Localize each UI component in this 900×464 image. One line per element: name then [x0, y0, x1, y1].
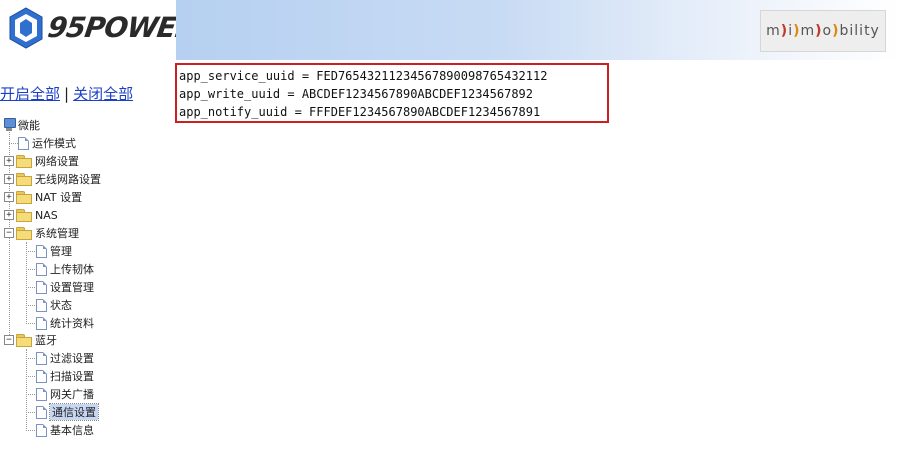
tree-root-label: 微能 — [18, 119, 40, 132]
tree-item-label: 设置管理 — [50, 281, 94, 294]
tree-connector — [26, 251, 35, 252]
tree-item-label: NAT 设置 — [35, 191, 83, 204]
tree-item-firmware-upload[interactable]: 上传韧体 — [36, 260, 94, 278]
expand-all-link[interactable]: 开启全部 — [0, 85, 60, 103]
page-icon — [18, 136, 29, 150]
page-icon — [36, 405, 47, 419]
tree-item-label: 蓝牙 — [35, 334, 57, 347]
tree-item-settings-management[interactable]: 设置管理 — [36, 278, 94, 296]
folder-icon — [16, 191, 32, 204]
folder-open-icon — [16, 227, 32, 240]
tree-item-bluetooth[interactable]: − 蓝牙 — [4, 331, 57, 349]
tree-connector — [26, 269, 35, 270]
tree-item-filter-settings[interactable]: 过滤设置 — [36, 349, 94, 367]
expand-plus-icon[interactable]: + — [4, 192, 14, 202]
folder-icon — [16, 209, 32, 222]
tree-item-gateway-broadcast[interactable]: 网关广播 — [36, 385, 94, 403]
collapse-minus-icon[interactable]: − — [4, 335, 14, 345]
tree-item-label: 上传韧体 — [50, 263, 94, 276]
page-icon — [36, 298, 47, 312]
tree-item-label: 网络设置 — [35, 155, 79, 168]
tree-item-status[interactable]: 状态 — [36, 296, 72, 314]
tree-connector — [9, 143, 18, 144]
page-icon — [36, 262, 47, 276]
tree-item-nat[interactable]: + NAT 设置 — [4, 188, 82, 206]
write-uuid-line: app_write_uuid = ABCDEF1234567890ABCDEF1… — [179, 87, 534, 101]
tree-item-label: 管理 — [50, 245, 72, 258]
tree-item-scan-settings[interactable]: 扫描设置 — [36, 367, 94, 385]
folder-icon — [16, 155, 32, 168]
expand-plus-icon[interactable]: + — [4, 174, 14, 184]
folder-open-icon — [16, 334, 32, 347]
tree-item-label: 统计资料 — [50, 317, 94, 330]
tree-item-nas[interactable]: + NAS — [4, 206, 58, 224]
tree-connector — [26, 394, 35, 395]
collapse-minus-icon[interactable]: − — [4, 228, 14, 238]
tree-item-label: 基本信息 — [50, 424, 94, 437]
tree-item-wireless[interactable]: + 无线网路设置 — [4, 170, 101, 188]
tree-item-system[interactable]: − 系统管理 — [4, 224, 79, 242]
tree-item-label: 通信设置 — [49, 403, 99, 421]
computer-icon — [3, 118, 16, 132]
tree-item-label: NAS — [35, 208, 58, 222]
mimobility-logo: m) i) m) o) bility — [760, 10, 886, 52]
tree-item-label: 过滤设置 — [50, 352, 94, 365]
page-icon — [36, 351, 47, 365]
tree-root[interactable]: 微能 — [3, 116, 40, 134]
tree-item-label: 运作模式 — [32, 137, 76, 150]
link-separator: | — [64, 85, 70, 103]
uuid-config-highlight: app_service_uuid = FED765432112345678900… — [175, 63, 609, 123]
tree-item-communication-settings[interactable]: 通信设置 — [36, 403, 99, 421]
page-icon — [36, 423, 47, 437]
tree-connector — [26, 412, 35, 413]
tree-item-label: 扫描设置 — [50, 370, 94, 383]
expand-plus-icon[interactable]: + — [4, 156, 14, 166]
tree-item-label: 无线网路设置 — [35, 173, 101, 186]
tree-item-label: 状态 — [50, 299, 72, 312]
tree-connector — [26, 358, 35, 359]
tree-connector — [26, 305, 35, 306]
tree-item-admin[interactable]: 管理 — [36, 242, 72, 260]
expand-plus-icon[interactable]: + — [4, 210, 14, 220]
power-logo-icon — [9, 7, 43, 49]
tree-item-statistics[interactable]: 统计资料 — [36, 314, 94, 332]
logo-area: 95POWER — [0, 0, 198, 60]
collapse-all-link[interactable]: 关闭全部 — [73, 85, 133, 103]
tree-item-label: 网关广播 — [50, 388, 94, 401]
page-icon — [36, 369, 47, 383]
page-icon — [36, 244, 47, 258]
tree-item-basic-info[interactable]: 基本信息 — [36, 421, 94, 439]
notify-uuid-line: app_notify_uuid = FFFDEF1234567890ABCDEF… — [179, 105, 541, 119]
tree-connector — [26, 242, 27, 324]
tree-connector — [26, 323, 35, 324]
tree-item-network[interactable]: + 网络设置 — [4, 152, 79, 170]
tree-connector — [26, 287, 35, 288]
page-icon — [36, 316, 47, 330]
tree-connector — [26, 430, 35, 431]
tree-toggle-links: 开启全部 | 关闭全部 — [0, 83, 133, 104]
page-icon — [36, 387, 47, 401]
folder-icon — [16, 173, 32, 186]
tree-item-run-mode[interactable]: 运作模式 — [18, 134, 76, 152]
header-banner: m) i) m) o) bility — [176, 0, 900, 60]
service-uuid-line: app_service_uuid = FED765432112345678900… — [179, 69, 548, 83]
page-icon — [36, 280, 47, 294]
tree-connector — [26, 349, 27, 431]
tree-connector — [26, 376, 35, 377]
tree-item-label: 系统管理 — [35, 227, 79, 240]
